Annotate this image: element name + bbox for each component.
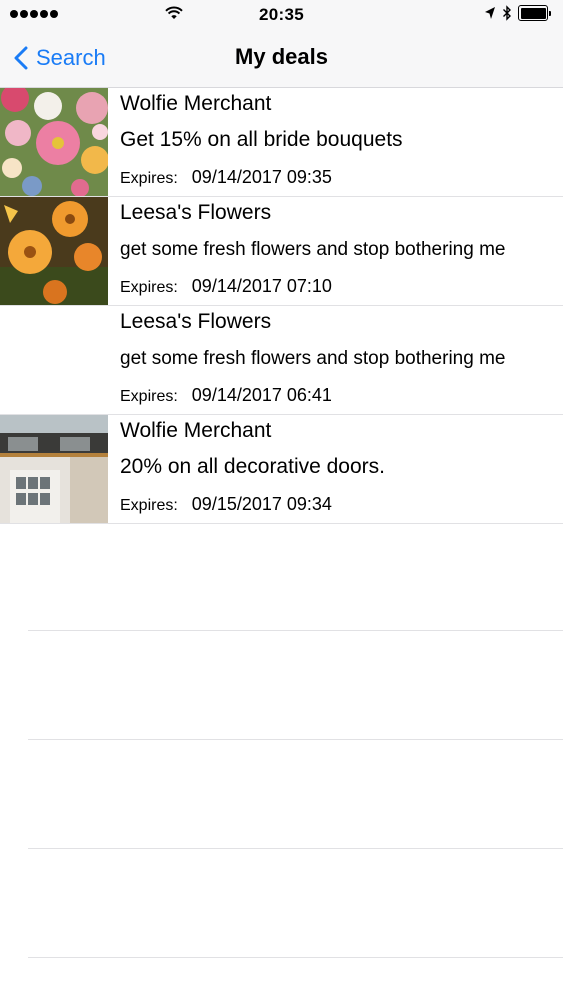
deal-description: Get 15% on all bride bouquets [120,128,403,151]
empty-row-separator [28,957,563,958]
deal-expiry: Expires: 09/14/2017 07:10 [120,276,332,297]
status-bar: 20:35 [0,0,563,30]
deal-merchant: Wolfie Merchant [120,92,272,115]
deal-row[interactable]: Leesa's Flowers get some fresh flowers a… [0,197,563,306]
expires-label: Expires: [120,279,178,296]
empty-row-separator [28,739,563,740]
expires-date: 09/15/2017 09:34 [191,494,332,514]
expires-date: 09/14/2017 09:35 [191,167,332,187]
deals-list: Wolfie Merchant Get 15% on all bride bou… [0,88,563,524]
deal-merchant: Wolfie Merchant [120,419,272,442]
deal-expiry: Expires: 09/14/2017 09:35 [120,167,332,188]
deal-merchant: Leesa's Flowers [120,310,272,333]
orange-flowers-image [0,197,108,305]
battery-icon [518,5,551,21]
empty-row-separator [28,630,563,631]
expires-date: 09/14/2017 06:41 [191,385,332,405]
deal-description: get some fresh flowers and stop botherin… [120,239,506,260]
deal-expiry: Expires: 09/15/2017 09:34 [120,494,332,515]
expires-label: Expires: [120,388,178,405]
page-title: My deals [235,44,328,69]
expires-label: Expires: [120,497,178,514]
room-doors-image [0,415,108,523]
expires-label: Expires: [120,170,178,187]
deal-expiry: Expires: 09/14/2017 06:41 [120,385,332,406]
deal-row[interactable]: Wolfie Merchant 20% on all decorative do… [0,415,563,524]
location-arrow-icon [485,7,495,19]
navigation-bar: Search My deals [0,30,563,88]
empty-image-placeholder [0,306,108,414]
expires-date: 09/14/2017 07:10 [191,276,332,296]
deal-row[interactable]: Leesa's Flowers get some fresh flowers a… [0,306,563,415]
deal-row[interactable]: Wolfie Merchant Get 15% on all bride bou… [0,88,563,197]
deal-merchant: Leesa's Flowers [120,201,272,224]
deal-description: 20% on all decorative doors. [120,455,385,478]
flower-bouquet-image [0,88,108,196]
status-time: 20:35 [259,5,304,24]
deal-description: get some fresh flowers and stop botherin… [120,348,506,369]
empty-row-separator [28,848,563,849]
bluetooth-icon [503,5,511,21]
